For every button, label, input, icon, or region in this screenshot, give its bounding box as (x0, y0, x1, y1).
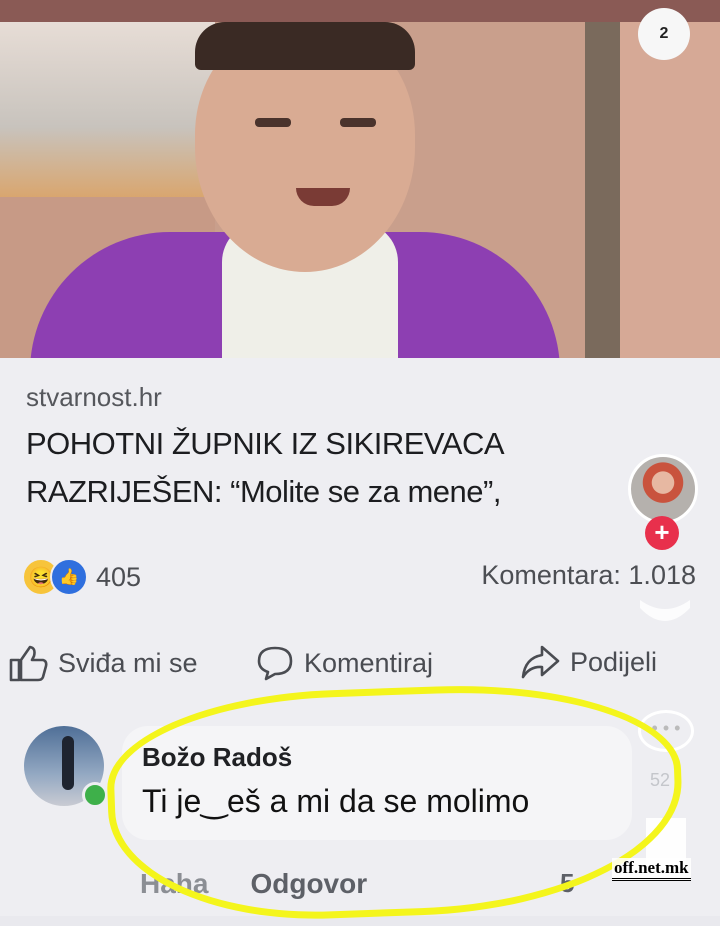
speech-bubble-icon (257, 646, 293, 681)
reaction-count: 405 (96, 561, 142, 592)
share-label: Podijeli (570, 646, 658, 677)
heart-outline-icon[interactable] (636, 590, 694, 634)
status-bar (0, 0, 720, 31)
link-domain[interactable]: stvarnost.hr (26, 382, 162, 413)
background-window (0, 22, 215, 197)
person-hair (195, 22, 415, 70)
like-button[interactable]: Sviđa mi se (8, 644, 198, 682)
right-eye (340, 118, 376, 127)
background-post (585, 22, 620, 358)
chapter-badge-icon[interactable]: 2 (638, 8, 690, 60)
post-card: stvarnost.hr POHOTNI ŽUPNIK IZ SIKIREVAC… (0, 358, 720, 926)
avatar-figure (62, 736, 74, 790)
comment-label: Komentiraj (304, 647, 434, 678)
share-button[interactable]: Podijeli (520, 644, 657, 680)
post-headline[interactable]: POHOTNI ŽUPNIK IZ SIKIREVACA RAZRIJEŠEN:… (26, 420, 626, 516)
post-image[interactable]: 2 (0, 0, 720, 358)
like-reaction-icon: 👍 (50, 558, 88, 596)
reaction-summary[interactable]: 😆 👍 405 (22, 558, 141, 596)
follow-plus-icon[interactable]: + (645, 516, 679, 550)
left-eye (255, 118, 291, 127)
comments-count[interactable]: Komentara: 1.018 (481, 560, 696, 591)
background-wall-right (620, 22, 720, 358)
yellow-highlight-circle (104, 678, 686, 926)
watermark: off.net.mk (612, 858, 691, 881)
post-actions: Sviđa mi se Komentiraj Podijeli (0, 644, 720, 694)
profile-avatar[interactable] (628, 454, 698, 524)
like-label: Sviđa mi se (58, 647, 198, 678)
online-status-dot (82, 782, 108, 808)
thumbs-up-icon (9, 645, 48, 682)
comment-button[interactable]: Komentiraj (256, 644, 433, 682)
share-arrow-icon (521, 645, 560, 679)
